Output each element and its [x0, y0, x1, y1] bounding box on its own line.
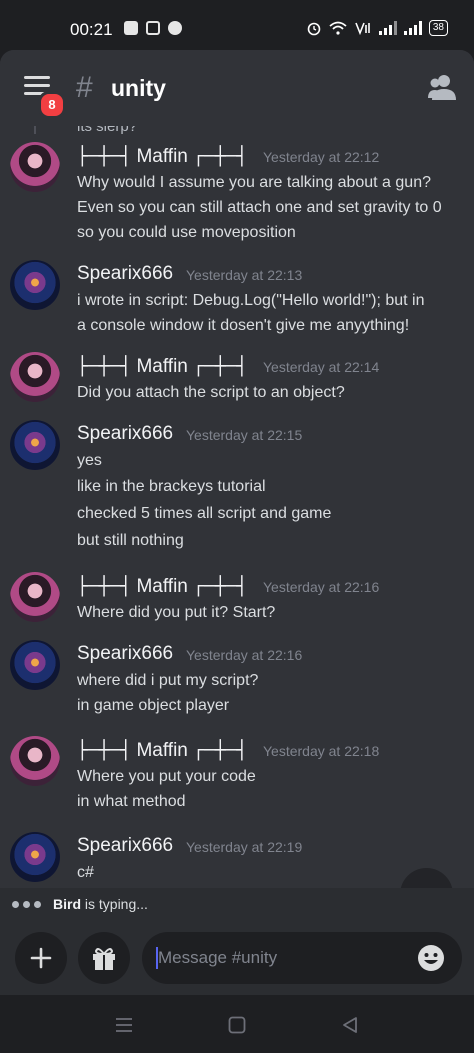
- members-icon[interactable]: [428, 74, 456, 100]
- message-line: in what method: [77, 793, 186, 810]
- avatar[interactable]: [10, 572, 60, 622]
- message-line: Where you put your code: [77, 768, 256, 785]
- back-icon[interactable]: [340, 1015, 360, 1035]
- typing-dots-icon: [12, 901, 41, 908]
- channel-title[interactable]: unity: [111, 75, 166, 102]
- avatar[interactable]: [10, 142, 60, 192]
- message-timestamp: Yesterday at 22:16: [186, 647, 303, 663]
- name-decoration: ┌─┼─┤: [193, 146, 248, 167]
- wifi-icon: [329, 21, 347, 35]
- battery-icon: 38: [428, 20, 448, 36]
- message-line: Where did you put it? Start?: [77, 604, 276, 621]
- message-timestamp: Yesterday at 22:13: [186, 267, 303, 283]
- signal-icon: [378, 21, 397, 35]
- home-icon[interactable]: [227, 1015, 247, 1035]
- unread-badge: 8: [38, 91, 66, 119]
- recent-apps-icon[interactable]: [114, 1015, 134, 1035]
- status-time: 00:21: [70, 20, 113, 39]
- avatar[interactable]: [10, 640, 60, 690]
- notification-icons: [124, 21, 182, 35]
- message-line: so you could use moveposition: [77, 224, 296, 241]
- thread-line: [34, 126, 36, 134]
- plus-icon: [30, 947, 52, 969]
- discord-app: 8 # unity its slerp? ├─┼─┤ Maffin ┌─┼─┤ …: [0, 50, 474, 995]
- message-line: where did i put my script?: [77, 672, 259, 689]
- emoji-icon[interactable]: [417, 944, 445, 972]
- author-name: Maffin: [136, 576, 188, 597]
- message-composer: Message #unity: [0, 920, 474, 995]
- message-line: but still nothing: [77, 532, 184, 549]
- typing-suffix: is typing...: [81, 896, 148, 912]
- author-name[interactable]: Spearix666: [77, 423, 173, 445]
- avatar[interactable]: [10, 736, 60, 786]
- message-line: yes: [77, 452, 102, 469]
- message-line: Why would I assume you are talking about…: [77, 174, 431, 191]
- message-line: like in the brackeys tutorial: [77, 478, 266, 495]
- message-input-placeholder: Message #unity: [158, 948, 278, 967]
- message-timestamp: Yesterday at 22:16: [263, 579, 380, 595]
- message-author[interactable]: ├─┼─┤ Maffin ┌─┼─┤: [77, 576, 247, 598]
- name-decoration: ├─┼─┤: [77, 146, 132, 167]
- message-author[interactable]: ├─┼─┤ Maffin ┌─┼─┤: [77, 146, 247, 168]
- message-timestamp: Yesterday at 22:15: [186, 427, 303, 443]
- system-icons: 38: [306, 20, 448, 36]
- author-name: Maffin: [136, 146, 188, 167]
- name-decoration: ┌─┼─┤: [193, 740, 248, 761]
- typing-user: Bird: [53, 896, 81, 912]
- author-name[interactable]: Spearix666: [77, 835, 173, 857]
- avatar[interactable]: [10, 352, 60, 402]
- author-name: Maffin: [136, 740, 188, 761]
- author-name: Maffin: [136, 356, 188, 377]
- message-list[interactable]: its slerp? ├─┼─┤ Maffin ┌─┼─┤ Yesterday …: [0, 126, 474, 888]
- name-decoration: ┌─┼─┤: [193, 576, 248, 597]
- avatar[interactable]: [10, 420, 60, 470]
- avatar[interactable]: [10, 260, 60, 310]
- message-author[interactable]: ├─┼─┤ Maffin ┌─┼─┤: [77, 740, 247, 762]
- discord-icon: [124, 21, 138, 35]
- name-decoration: ├─┼─┤: [77, 740, 132, 761]
- message-timestamp: Yesterday at 22:12: [263, 149, 380, 165]
- message-input[interactable]: Message #unity: [142, 932, 462, 984]
- message-line: c#: [77, 864, 94, 881]
- message-author[interactable]: ├─┼─┤ Maffin ┌─┼─┤: [77, 356, 247, 378]
- typing-indicator: Bird is typing...: [0, 888, 474, 920]
- message-line: a console window it dosen't give me anyy…: [77, 317, 410, 334]
- volte-icon: [355, 22, 370, 35]
- gift-icon: [93, 948, 115, 970]
- message-line: i wrote in script: Debug.Log("Hello worl…: [77, 292, 425, 309]
- gift-button[interactable]: [78, 932, 130, 984]
- reddit-icon: [168, 21, 182, 35]
- system-nav-bar: [0, 995, 474, 1053]
- attach-button[interactable]: [15, 932, 67, 984]
- name-decoration: ┌─┼─┤: [193, 356, 248, 377]
- channel-header: 8 # unity: [0, 50, 474, 126]
- message-line: Even so you can still attach one and set…: [77, 199, 442, 216]
- avatar[interactable]: [10, 832, 60, 882]
- message-line: in game object player: [77, 697, 230, 714]
- name-decoration: ├─┼─┤: [77, 576, 132, 597]
- channel-hash-icon: #: [76, 71, 93, 104]
- name-decoration: ├─┼─┤: [77, 356, 132, 377]
- message-timestamp: Yesterday at 22:18: [263, 743, 380, 759]
- alarm-icon: [307, 22, 321, 36]
- message-line: checked 5 times all script and game: [77, 505, 332, 522]
- instagram-icon: [146, 21, 160, 35]
- message-timestamp: Yesterday at 22:19: [186, 839, 303, 855]
- author-name[interactable]: Spearix666: [77, 263, 173, 285]
- message-timestamp: Yesterday at 22:14: [263, 359, 380, 375]
- author-name[interactable]: Spearix666: [77, 643, 173, 665]
- signal-icon: [403, 21, 422, 35]
- cutoff-message-text: its slerp?: [77, 126, 138, 135]
- message-line: Did you attach the script to an object?: [77, 384, 345, 401]
- typing-text: Bird is typing...: [53, 896, 148, 912]
